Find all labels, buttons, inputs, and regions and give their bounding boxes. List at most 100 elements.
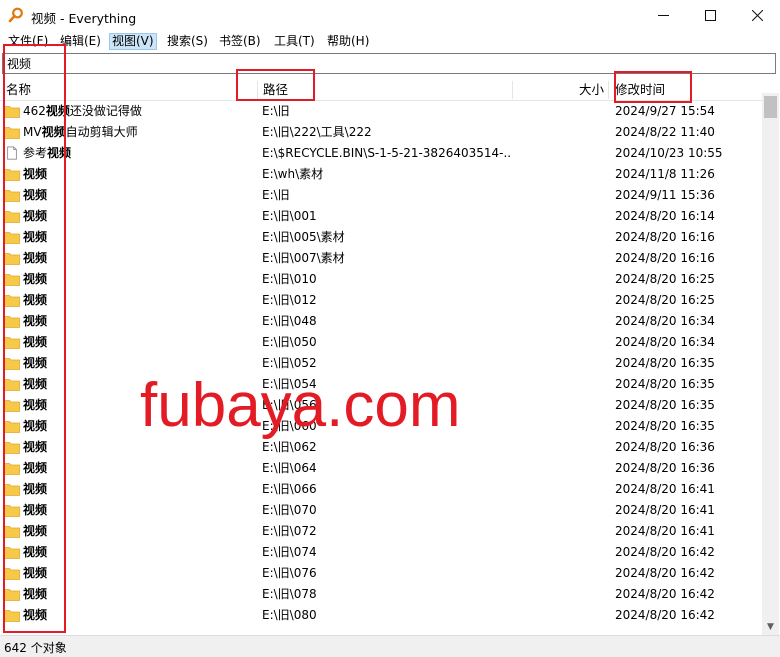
path-cell: E:\旧\007\素材: [262, 251, 345, 265]
table-row[interactable]: 视频 E:\旧 2024/9/11 15:36: [0, 185, 762, 206]
name-cell: 视频: [4, 458, 254, 479]
modified-cell: 2024/8/20 16:42: [615, 587, 715, 601]
table-row[interactable]: 视频 E:\旧\070 2024/8/20 16:41: [0, 500, 762, 521]
modified-cell: 2024/8/20 16:25: [615, 293, 715, 307]
modified-cell: 2024/8/20 16:35: [615, 419, 715, 433]
file-name-match: 视频: [23, 608, 48, 622]
close-button[interactable]: [734, 0, 780, 31]
file-name: MV视频自动剪辑大师: [23, 122, 138, 143]
table-row[interactable]: 视频 E:\旧\001 2024/8/20 16:14: [0, 206, 762, 227]
file-name-match: 视频: [23, 461, 48, 475]
menu-tools[interactable]: 工具(T): [272, 33, 317, 50]
file-name-suffix: 还没做记得做: [69, 104, 142, 118]
scroll-thumb[interactable]: [764, 96, 777, 118]
modified-cell: 2024/8/20 16:42: [615, 566, 715, 580]
name-cell: 视频: [4, 290, 254, 311]
name-cell: 视频: [4, 584, 254, 605]
folder-icon: [4, 442, 20, 454]
path-cell: E:\旧\066: [262, 482, 317, 496]
modified-cell: 2024/8/20 16:14: [615, 209, 715, 223]
name-cell: 视频: [4, 479, 254, 500]
column-divider[interactable]: [257, 81, 258, 99]
folder-icon: [4, 547, 20, 559]
folder-icon: [4, 106, 20, 118]
folder-icon: [4, 421, 20, 433]
file-name: 视频: [23, 458, 47, 479]
folder-icon: [4, 274, 20, 286]
table-row[interactable]: 视频 E:\旧\005\素材 2024/8/20 16:16: [0, 227, 762, 248]
column-name[interactable]: 名称: [2, 79, 31, 101]
folder-icon: [4, 169, 20, 181]
vertical-scrollbar[interactable]: ▲ ▼: [762, 93, 779, 635]
folder-icon: [4, 484, 20, 496]
table-row[interactable]: 视频 E:\旧\050 2024/8/20 16:34: [0, 332, 762, 353]
column-path[interactable]: 路径: [259, 79, 288, 101]
file-name-match: 视频: [23, 230, 48, 244]
maximize-button[interactable]: [687, 0, 733, 31]
table-row[interactable]: 视频 E:\旧\012 2024/8/20 16:25: [0, 290, 762, 311]
file-name-prefix: 参考: [23, 146, 48, 160]
path-cell: E:\旧\064: [262, 461, 317, 475]
path-cell: E:\旧\222\工具\222: [262, 125, 372, 139]
column-size[interactable]: 大小: [575, 79, 604, 101]
modified-cell: 2024/8/20 16:25: [615, 272, 715, 286]
file-name-match: 视频: [23, 209, 48, 223]
modified-cell: 2024/8/20 16:36: [615, 461, 715, 475]
table-row[interactable]: 视频 E:\旧\072 2024/8/20 16:41: [0, 521, 762, 542]
table-row[interactable]: 视频 E:\旧\007\素材 2024/8/20 16:16: [0, 248, 762, 269]
column-divider[interactable]: [512, 81, 513, 99]
file-name-prefix: MV: [23, 125, 42, 139]
menu-edit[interactable]: 编辑(E): [58, 33, 103, 50]
file-name-match: 视频: [47, 146, 72, 160]
file-name: 视频: [23, 416, 47, 437]
everything-app-icon: [8, 7, 23, 23]
table-row[interactable]: 视频 E:\旧\066 2024/8/20 16:41: [0, 479, 762, 500]
table-row[interactable]: 视频 E:\旧\074 2024/8/20 16:42: [0, 542, 762, 563]
menu-help[interactable]: 帮助(H): [325, 33, 371, 50]
path-cell: E:\旧\080: [262, 608, 317, 622]
object-count: 642 个对象: [4, 641, 67, 655]
modified-cell: 2024/8/20 16:35: [615, 356, 715, 370]
name-cell: 视频: [4, 521, 254, 542]
folder-icon: [4, 505, 20, 517]
table-row[interactable]: 视频 E:\旧\076 2024/8/20 16:42: [0, 563, 762, 584]
menu-search[interactable]: 搜索(S): [165, 33, 210, 50]
menu-view[interactable]: 视图(V): [109, 33, 157, 50]
file-name-match: 视频: [23, 314, 48, 328]
modified-cell: 2024/8/20 16:36: [615, 440, 715, 454]
file-name-match: 视频: [41, 125, 66, 139]
table-row[interactable]: MV视频自动剪辑大师 E:\旧\222\工具\222 2024/8/22 11:40: [0, 122, 762, 143]
path-cell: E:\旧\070: [262, 503, 317, 517]
column-divider[interactable]: [608, 81, 609, 99]
minimize-button[interactable]: [640, 0, 686, 31]
table-row[interactable]: 视频 E:\旧\078 2024/8/20 16:42: [0, 584, 762, 605]
table-row[interactable]: 参考视频 E:\$RECYCLE.BIN\S-1-5-21-3826403514-…: [0, 143, 762, 164]
table-row[interactable]: 视频 E:\旧\064 2024/8/20 16:36: [0, 458, 762, 479]
table-row[interactable]: 视频 E:\旧\010 2024/8/20 16:25: [0, 269, 762, 290]
name-cell: 视频: [4, 206, 254, 227]
file-name: 视频: [23, 206, 47, 227]
name-cell: 视频: [4, 542, 254, 563]
search-box[interactable]: [2, 53, 776, 74]
path-cell: E:\$RECYCLE.BIN\S-1-5-21-3826403514-...: [262, 146, 512, 160]
folder-icon: [4, 190, 20, 202]
table-row[interactable]: 462视频还没做记得做 E:\旧 2024/9/27 15:54: [0, 101, 762, 122]
search-input[interactable]: [3, 54, 775, 73]
path-cell: E:\旧\050: [262, 335, 317, 349]
menu-bookmarks[interactable]: 书签(B): [217, 33, 263, 50]
table-row[interactable]: 视频 E:\旧\048 2024/8/20 16:34: [0, 311, 762, 332]
modified-cell: 2024/8/20 16:41: [615, 524, 715, 538]
watermark-text: fubaya.com: [140, 371, 461, 440]
modified-cell: 2024/9/11 15:36: [615, 188, 715, 202]
menu-file[interactable]: 文件(F): [6, 33, 50, 50]
column-modified[interactable]: 修改时间: [611, 79, 665, 101]
modified-cell: 2024/9/27 15:54: [615, 104, 715, 118]
modified-cell: 2024/8/20 16:16: [615, 251, 715, 265]
folder-icon: [4, 316, 20, 328]
scroll-down-icon[interactable]: ▼: [762, 618, 779, 635]
file-name: 视频: [23, 374, 47, 395]
table-row[interactable]: 视频 E:\wh\素材 2024/11/8 11:26: [0, 164, 762, 185]
file-name-match: 视频: [23, 293, 48, 307]
table-row[interactable]: 视频 E:\旧\080 2024/8/20 16:42: [0, 605, 762, 626]
file-name: 视频: [23, 227, 47, 248]
